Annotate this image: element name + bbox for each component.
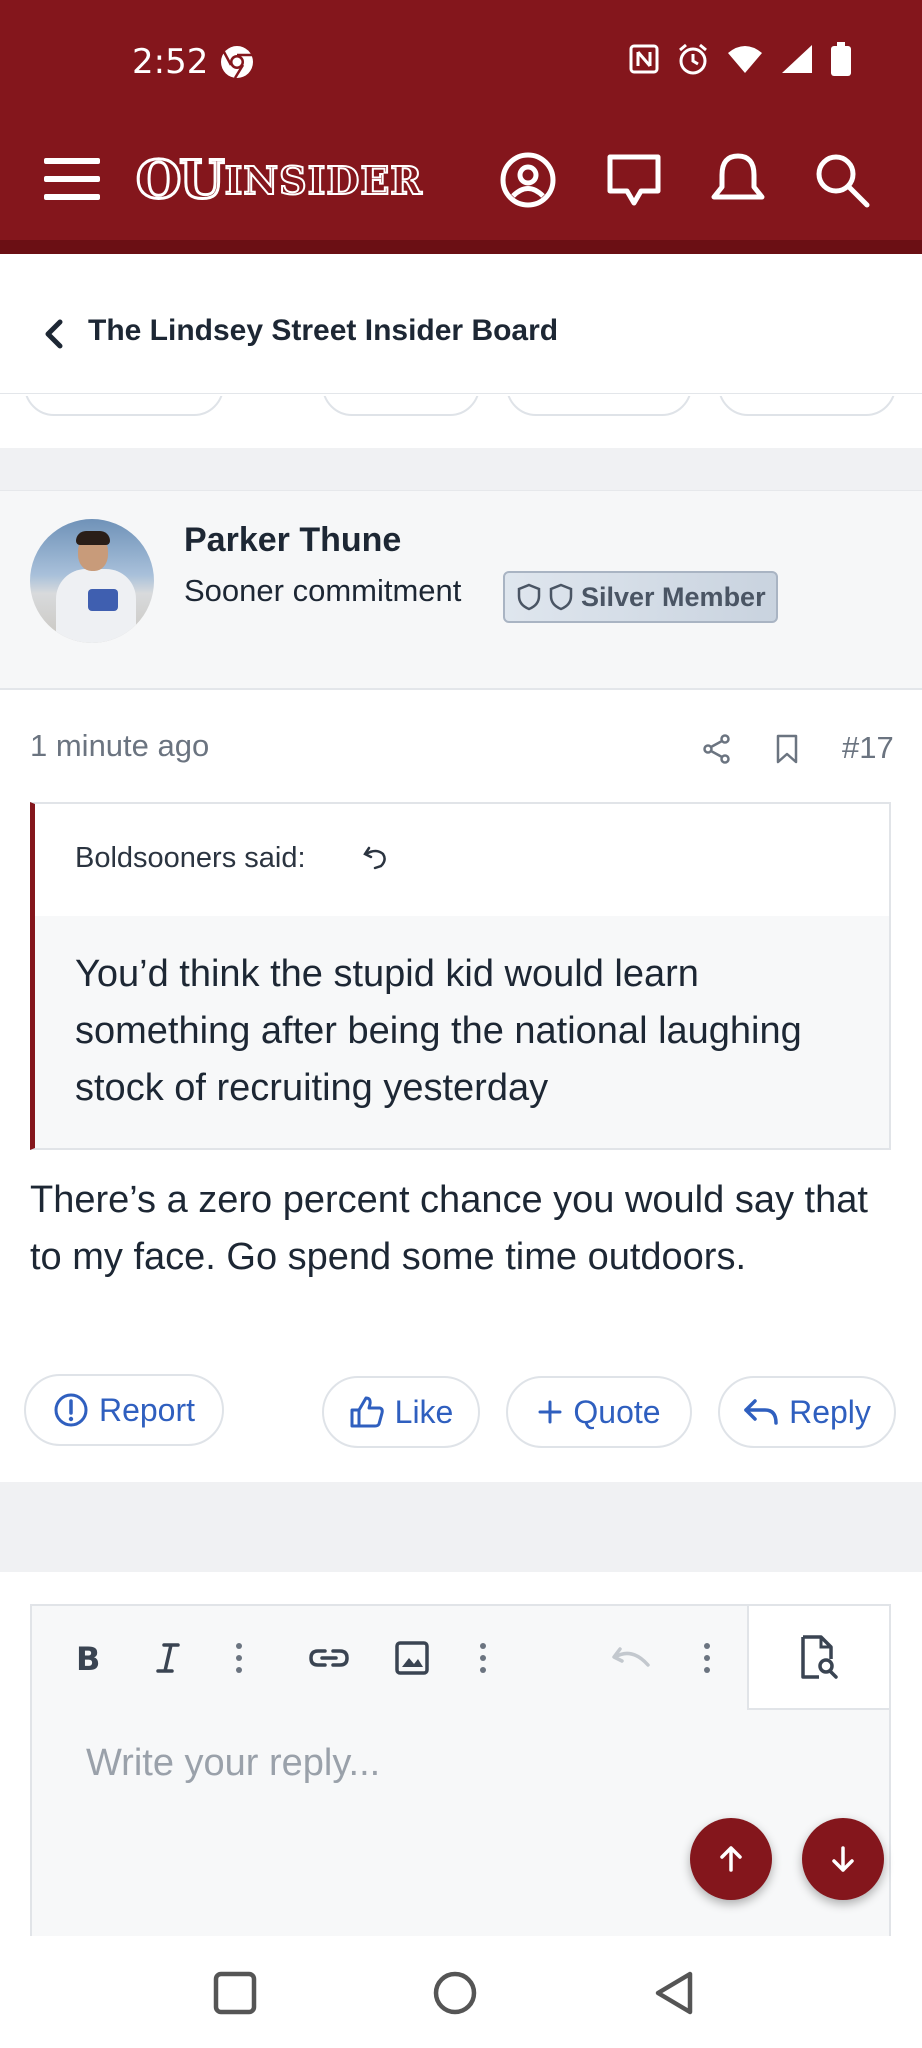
quote-text: You’d think the stupid kid would learn s… (75, 953, 802, 1109)
search-icon[interactable] (810, 148, 874, 212)
account-icon[interactable] (496, 148, 560, 212)
svg-text:B: B (76, 1641, 100, 1675)
shield-icon (549, 583, 573, 611)
image-icon[interactable] (394, 1638, 430, 1678)
previous-post-actions (0, 396, 922, 418)
quote-label: Quote (573, 1393, 661, 1430)
site-logo[interactable]: OU INSIDER (135, 148, 423, 212)
shield-icon (517, 583, 541, 611)
chevron-left-icon[interactable] (40, 314, 70, 354)
status-bar: 2:52 (0, 0, 922, 120)
reply-input[interactable]: Write your reply... (86, 1742, 380, 1785)
editor-separator (0, 1482, 922, 1572)
system-nav-bar (0, 1936, 922, 2048)
nfc-icon (629, 44, 659, 74)
logo-ou: OU (135, 148, 227, 212)
status-time: 2:52 (132, 42, 209, 82)
more-options-icon[interactable] (478, 1638, 488, 1678)
report-label: Report (98, 1391, 196, 1428)
home-icon[interactable] (432, 1970, 478, 2016)
reply-editor: B Write your reply... (30, 1604, 891, 1944)
reply-label: Reply (789, 1393, 871, 1430)
italic-icon[interactable] (154, 1638, 182, 1678)
logo-insider: INSIDER (224, 157, 423, 204)
link-icon[interactable] (308, 1638, 350, 1678)
quote-button[interactable]: Quote (506, 1376, 692, 1448)
report-icon (54, 1393, 88, 1427)
like-button[interactable]: Like (322, 1376, 480, 1448)
breadcrumb-label[interactable]: The Lindsey Street Insider Board (88, 314, 558, 348)
go-to-quote-icon[interactable] (361, 842, 391, 872)
post-meta: 1 minute ago #17 (0, 700, 922, 790)
more-options-icon[interactable] (234, 1638, 244, 1678)
reply-button[interactable]: Reply (718, 1376, 896, 1448)
plus-icon (538, 1400, 562, 1424)
alarm-icon (679, 43, 707, 75)
arrow-down-icon (832, 1846, 854, 1872)
user-title: Sooner commitment (184, 573, 462, 608)
battery-icon (831, 42, 851, 76)
quote-block: Boldsooners said: You’d think the stupid… (30, 802, 891, 1150)
share-icon[interactable] (702, 734, 732, 764)
reply-icon (744, 1399, 778, 1425)
wifi-icon (728, 46, 762, 73)
hamburger-icon[interactable] (44, 158, 100, 202)
messages-icon[interactable] (602, 148, 666, 212)
quote-author[interactable]: Boldsooners said: (75, 842, 306, 875)
post-number[interactable]: #17 (842, 730, 894, 766)
alerts-icon[interactable] (706, 148, 770, 212)
arrow-up-icon (720, 1846, 742, 1872)
chrome-icon (221, 46, 253, 79)
toolbar: OU INSIDER (0, 130, 922, 230)
undo-icon[interactable] (610, 1638, 652, 1678)
editor-toolbar: B (32, 1606, 889, 1710)
post-separator (0, 448, 922, 490)
report-button[interactable]: Report (24, 1374, 224, 1446)
app-header: 2:52 OU INSIDER (0, 0, 922, 254)
avatar[interactable] (30, 519, 154, 643)
badge-label: Silver Member (581, 581, 766, 612)
recents-icon[interactable] (212, 1970, 258, 2016)
member-badge: Silver Member (503, 571, 778, 623)
username[interactable]: Parker Thune (184, 521, 401, 560)
bold-icon[interactable]: B (74, 1638, 102, 1678)
quote-header[interactable]: Boldsooners said: (35, 804, 889, 916)
preview-icon[interactable] (747, 1606, 889, 1710)
thumbs-up-icon (350, 1396, 384, 1428)
header-underline (0, 240, 922, 254)
like-label: Like (394, 1393, 454, 1430)
breadcrumb[interactable]: The Lindsey Street Insider Board (0, 270, 922, 394)
signal-icon (782, 45, 812, 73)
more-options-icon[interactable] (702, 1638, 712, 1678)
user-block: Parker Thune Sooner commitment Silver Me… (0, 490, 922, 690)
bookmark-icon[interactable] (774, 734, 800, 764)
back-icon[interactable] (652, 1970, 698, 2016)
post-time[interactable]: 1 minute ago (30, 728, 209, 764)
scroll-down-button[interactable] (802, 1818, 884, 1900)
scroll-up-button[interactable] (690, 1818, 772, 1900)
post-message: There’s a zero percent chance you would … (30, 1179, 868, 1278)
